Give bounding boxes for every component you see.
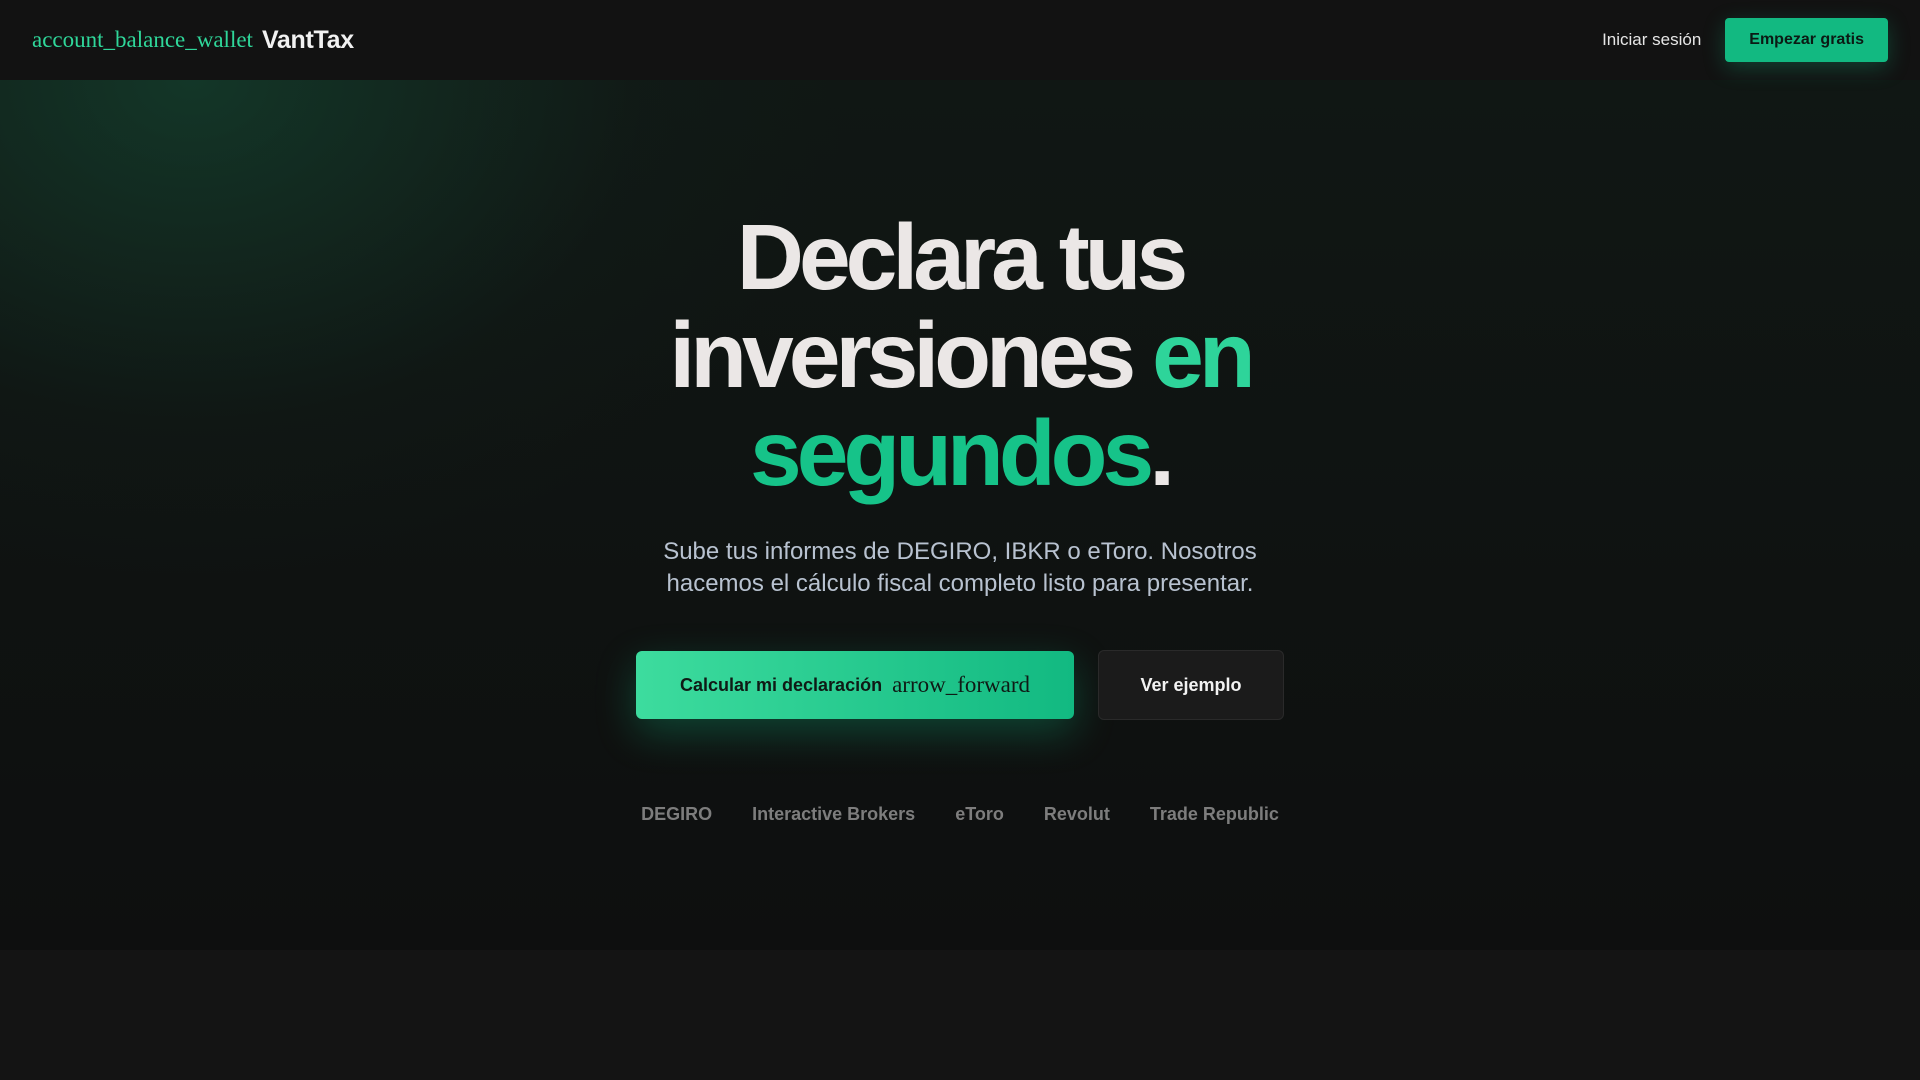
login-link[interactable]: Iniciar sesión — [1602, 30, 1701, 50]
supported-brokers: DEGIRO Interactive Brokers eToro Revolut… — [641, 804, 1279, 825]
wallet-icon: account_balance_wallet — [32, 27, 253, 52]
start-free-button[interactable]: Empezar gratis — [1725, 18, 1888, 62]
arrow-forward-icon: arrow_forward — [892, 672, 1031, 697]
hero-content: Declara tus inversiones en segundos. Sub… — [0, 80, 1920, 825]
headline-line-1: Declara tus — [736, 205, 1188, 309]
top-navbar: account_balance_wallet VantTax Iniciar s… — [0, 0, 1920, 80]
hero-actions: Calcular mi declaración arrow_forward Ve… — [636, 650, 1284, 720]
hero-section: Declara tus inversiones en segundos. Sub… — [0, 80, 1920, 950]
hero-headline: Declara tus inversiones en segundos. — [669, 205, 1256, 505]
broker-degiro: DEGIRO — [641, 804, 713, 824]
brand-name: VantTax — [261, 25, 354, 54]
broker-etoro: eToro — [955, 804, 1004, 824]
broker-revolut: Revolut — [1043, 804, 1110, 824]
brand-logo[interactable]: account_balance_wallet VantTax — [32, 26, 354, 55]
headline-accent-en: en — [1152, 303, 1256, 407]
view-example-button[interactable]: Ver ejemplo — [1098, 650, 1284, 720]
headline-line-2: inversiones — [669, 303, 1153, 407]
nav-actions: Iniciar sesión Empezar gratis — [1602, 18, 1888, 62]
calculate-declaration-button[interactable]: Calcular mi declaración arrow_forward — [636, 651, 1074, 719]
headline-accent-segundos: segundos — [749, 401, 1154, 505]
broker-interactive-brokers: Interactive Brokers — [752, 804, 916, 824]
broker-trade-republic: Trade Republic — [1149, 804, 1279, 824]
next-section — [0, 950, 1920, 1080]
hero-subtitle: Sube tus informes de DEGIRO, IBKR o eTor… — [663, 538, 1257, 597]
calculate-button-label: Calcular mi declaración — [679, 674, 883, 695]
headline-period: . — [1149, 401, 1175, 505]
